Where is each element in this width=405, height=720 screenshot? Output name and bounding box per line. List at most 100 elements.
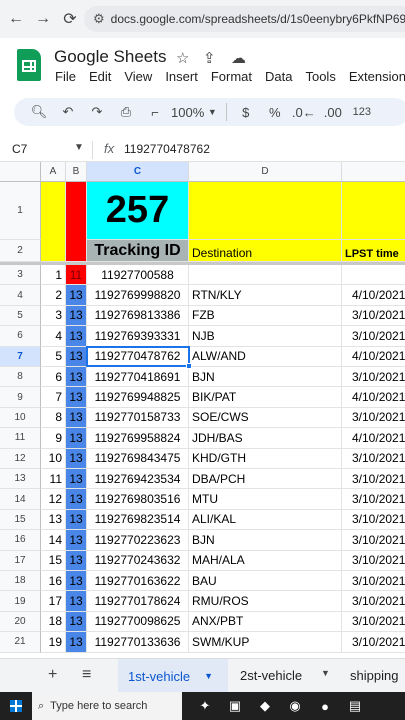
cell-b[interactable]: 13 xyxy=(66,326,87,347)
cell-d2-header[interactable]: Destination xyxy=(189,240,342,262)
cell-b[interactable]: 13 xyxy=(66,509,87,531)
cell-destination[interactable]: ALI/KAL xyxy=(189,509,342,531)
cell-lpst-time[interactable]: 3/10/2021 xyxy=(342,449,405,469)
row-header[interactable]: 15 xyxy=(0,509,41,531)
increase-decimal-button[interactable]: .00 xyxy=(320,99,346,125)
cell-tracking-id[interactable]: 1192769998820 xyxy=(87,285,189,306)
taskbar-search[interactable]: ⌕ Type here to search xyxy=(32,692,182,720)
cell-a[interactable]: 2 xyxy=(41,285,66,306)
cell-tracking-id[interactable]: 1192770158733 xyxy=(87,407,189,429)
column-header-d[interactable]: D xyxy=(189,162,342,182)
paint-format-icon[interactable]: ⌐ xyxy=(142,99,168,125)
row-header[interactable]: 8 xyxy=(0,367,41,388)
cell-tracking-id[interactable]: 1192770178624 xyxy=(87,591,189,612)
sheets-logo-icon[interactable] xyxy=(17,49,41,81)
row-header[interactable]: 20 xyxy=(0,611,41,633)
cloud-status-icon[interactable]: ☁ xyxy=(231,49,246,67)
row-header[interactable]: 17 xyxy=(0,550,41,571)
cell-b[interactable]: 13 xyxy=(66,632,87,653)
print-icon[interactable]: ⎙ xyxy=(113,99,139,125)
cell-b[interactable]: 13 xyxy=(66,550,87,571)
cell-lpst-time[interactable]: 3/10/2021 xyxy=(342,326,405,347)
row-header[interactable]: 21 xyxy=(0,632,41,653)
cell-tracking-id[interactable]: 1192769948825 xyxy=(87,387,189,408)
cell-b[interactable]: 13 xyxy=(66,346,87,367)
currency-button[interactable]: $ xyxy=(233,99,259,125)
row-header[interactable]: 19 xyxy=(0,591,41,612)
cell-tracking-id[interactable]: 1192770418691 xyxy=(87,367,189,388)
cell-e2-header[interactable]: LPST time xyxy=(342,240,405,262)
row-header[interactable]: 7 xyxy=(0,346,41,367)
search-menus-icon[interactable]: 🔍︎ xyxy=(26,99,52,125)
cell-a[interactable]: 11 xyxy=(41,469,66,490)
cell-destination[interactable]: NJB xyxy=(189,326,342,347)
add-sheet-icon[interactable]: + xyxy=(48,666,57,684)
cell-destination[interactable]: BJN xyxy=(189,367,342,388)
cell-lpst-time[interactable]: 3/10/2021 xyxy=(342,591,405,612)
start-button[interactable] xyxy=(0,700,32,712)
cell-lpst-time[interactable]: 3/10/2021 xyxy=(342,306,405,327)
zoom-select[interactable]: 100% ▼ xyxy=(171,99,217,125)
select-all-corner[interactable] xyxy=(0,162,41,182)
undo-icon[interactable]: ↶ xyxy=(55,99,81,125)
back-icon[interactable]: ← xyxy=(5,8,27,30)
tab-2st-vehicle[interactable]: 2st-vehicle xyxy=(240,668,302,683)
doc-title[interactable]: Google Sheets xyxy=(54,47,166,67)
cell-lpst-time[interactable]: 4/10/2021 xyxy=(342,387,405,408)
cell-b[interactable]: 13 xyxy=(66,611,87,633)
row-header-2[interactable]: 2 xyxy=(0,240,41,262)
cell-destination[interactable]: MTU xyxy=(189,489,342,510)
row-header[interactable]: 9 xyxy=(0,387,41,408)
chevron-down-icon[interactable]: ▼ xyxy=(321,668,330,678)
fill-handle[interactable] xyxy=(186,363,192,369)
cell-tracking-id[interactable]: 1192769393331 xyxy=(87,326,189,347)
cell-a[interactable]: 18 xyxy=(41,611,66,633)
cell-lpst-time[interactable] xyxy=(342,265,405,286)
row-header[interactable]: 14 xyxy=(0,489,41,510)
row-header[interactable]: 4 xyxy=(0,285,41,306)
news-widget-icon[interactable]: ✦ xyxy=(190,698,220,714)
cell-a[interactable]: 13 xyxy=(41,509,66,531)
forward-icon[interactable]: → xyxy=(32,8,54,30)
reload-icon[interactable]: ⟳ xyxy=(59,8,81,30)
cell-a[interactable]: 19 xyxy=(41,632,66,653)
cell-tracking-id[interactable]: 1192769958824 xyxy=(87,428,189,449)
row-header-1[interactable]: 1 xyxy=(0,182,41,240)
star-icon[interactable]: ☆ xyxy=(176,49,189,67)
row-header[interactable]: 11 xyxy=(0,428,41,449)
cell-e1[interactable] xyxy=(342,182,405,240)
cell-a[interactable]: 3 xyxy=(41,305,66,327)
row-header[interactable]: 13 xyxy=(0,469,41,490)
cell-tracking-id[interactable]: 1192769843475 xyxy=(87,448,189,469)
cell-a[interactable]: 10 xyxy=(41,448,66,469)
tab-1st-vehicle[interactable]: 1st-vehicle ▼ xyxy=(118,659,228,693)
cell-b[interactable]: 13 xyxy=(66,591,87,612)
cell-lpst-time[interactable]: 3/10/2021 xyxy=(342,408,405,429)
cell-destination[interactable]: SOE/CWS xyxy=(189,407,342,429)
cell-a[interactable]: 8 xyxy=(41,407,66,429)
cell-tracking-id[interactable]: 1192770098625 xyxy=(87,611,189,633)
file-explorer-icon[interactable]: ▤ xyxy=(340,698,370,714)
cell-destination[interactable]: FZB xyxy=(189,305,342,327)
cell-b1[interactable] xyxy=(66,182,87,262)
percent-button[interactable]: % xyxy=(262,99,288,125)
cell-b[interactable]: 13 xyxy=(66,367,87,388)
cell-lpst-time[interactable]: 3/10/2021 xyxy=(342,469,405,490)
cell-lpst-time[interactable]: 4/10/2021 xyxy=(342,347,405,367)
cell-destination[interactable]: BIK/PAT xyxy=(189,387,342,408)
menu-file[interactable]: File xyxy=(55,69,76,84)
menu-insert[interactable]: Insert xyxy=(165,69,198,84)
cell-tracking-id[interactable]: 1192770243632 xyxy=(87,550,189,571)
cell-a[interactable]: 1 xyxy=(41,265,66,286)
cell-destination[interactable]: BJN xyxy=(189,530,342,551)
cell-tracking-id[interactable]: 1192769423534 xyxy=(87,469,189,490)
cell-tracking-id[interactable]: 1192770478762 xyxy=(87,346,189,367)
cell-c2-header[interactable]: Tracking ID xyxy=(87,240,189,262)
cell-tracking-id[interactable]: 1192770163622 xyxy=(87,571,189,592)
cell-destination[interactable]: ANX/PBT xyxy=(189,611,342,633)
row-header[interactable]: 6 xyxy=(0,326,41,347)
site-info-icon[interactable]: ⚙ xyxy=(93,11,105,27)
row-header[interactable]: 16 xyxy=(0,530,41,551)
cell-tracking-id[interactable]: 11927700588 xyxy=(87,265,189,286)
cell-destination[interactable]: ALW/AND xyxy=(189,346,342,367)
